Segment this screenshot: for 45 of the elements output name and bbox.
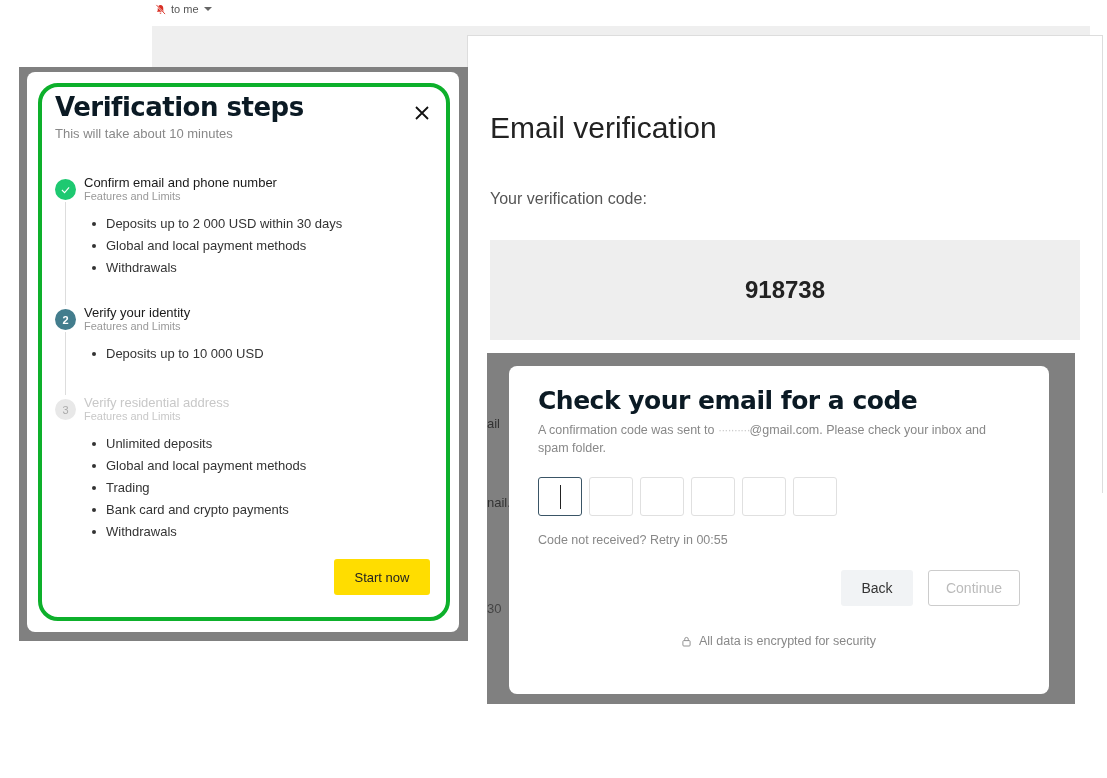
close-icon[interactable] bbox=[415, 106, 429, 120]
bullet-icon bbox=[92, 463, 96, 468]
feature-item: Deposits up to 10 000 USD bbox=[106, 346, 264, 361]
feature-item: Unlimited deposits bbox=[106, 436, 213, 451]
feature-item: Global and local payment methods bbox=[106, 458, 307, 473]
back-button[interactable]: Back bbox=[841, 570, 913, 607]
verification-code: 918738 bbox=[490, 240, 1080, 340]
bullet-icon bbox=[92, 351, 96, 356]
muted-bell-icon bbox=[155, 3, 166, 15]
recipient-label[interactable]: to me bbox=[171, 3, 199, 15]
modal-subtitle: This will take about 10 minutes bbox=[55, 126, 234, 141]
bullet-icon bbox=[92, 507, 96, 512]
modal-title: Check your email for a code bbox=[538, 386, 919, 415]
check-circle-icon bbox=[55, 179, 76, 200]
background-text: ail bbox=[487, 416, 500, 431]
feature-item: Withdrawals bbox=[106, 260, 177, 275]
start-now-button[interactable]: Start now bbox=[334, 559, 430, 595]
caret-icon[interactable] bbox=[203, 7, 212, 11]
bullet-icon bbox=[92, 485, 96, 490]
feature-item: Bank card and crypto payments bbox=[106, 502, 289, 517]
modal-title: Verification steps bbox=[55, 92, 304, 122]
lock-icon bbox=[681, 635, 691, 647]
retry-text: Code not received? Retry in 00:55 bbox=[538, 533, 729, 548]
feature-item: Global and local payment methods bbox=[106, 238, 307, 253]
bullet-icon bbox=[92, 221, 96, 226]
email-title: Email verification bbox=[490, 111, 718, 145]
bullet-icon bbox=[92, 441, 96, 446]
step-caption: Features and Limits bbox=[84, 190, 182, 202]
feature-item: Trading bbox=[106, 480, 150, 495]
security-note: All data is encrypted for security bbox=[698, 634, 877, 649]
step-title: Confirm email and phone number bbox=[84, 175, 277, 190]
bullet-icon bbox=[92, 243, 96, 248]
feature-item: Withdrawals bbox=[106, 524, 177, 539]
feature-item: Deposits up to 2 000 USD within 30 days bbox=[106, 216, 343, 231]
step-number: 2 bbox=[55, 309, 76, 330]
background-text: nail. bbox=[487, 495, 511, 510]
digit-field[interactable] bbox=[538, 477, 582, 517]
modal-message: A confirmation code was sent to ··········@gmail.com. Please check your inbox and spam folder. bbox=[538, 422, 988, 458]
step-caption: Features and Limits bbox=[84, 320, 182, 332]
background-text: 30 bbox=[487, 601, 502, 616]
bullet-icon bbox=[92, 529, 96, 534]
bullet-icon bbox=[92, 265, 96, 270]
step-number: 3 bbox=[55, 399, 76, 420]
step-title: Verify your identity bbox=[84, 305, 191, 320]
code-label: Your verification code: bbox=[490, 190, 648, 208]
